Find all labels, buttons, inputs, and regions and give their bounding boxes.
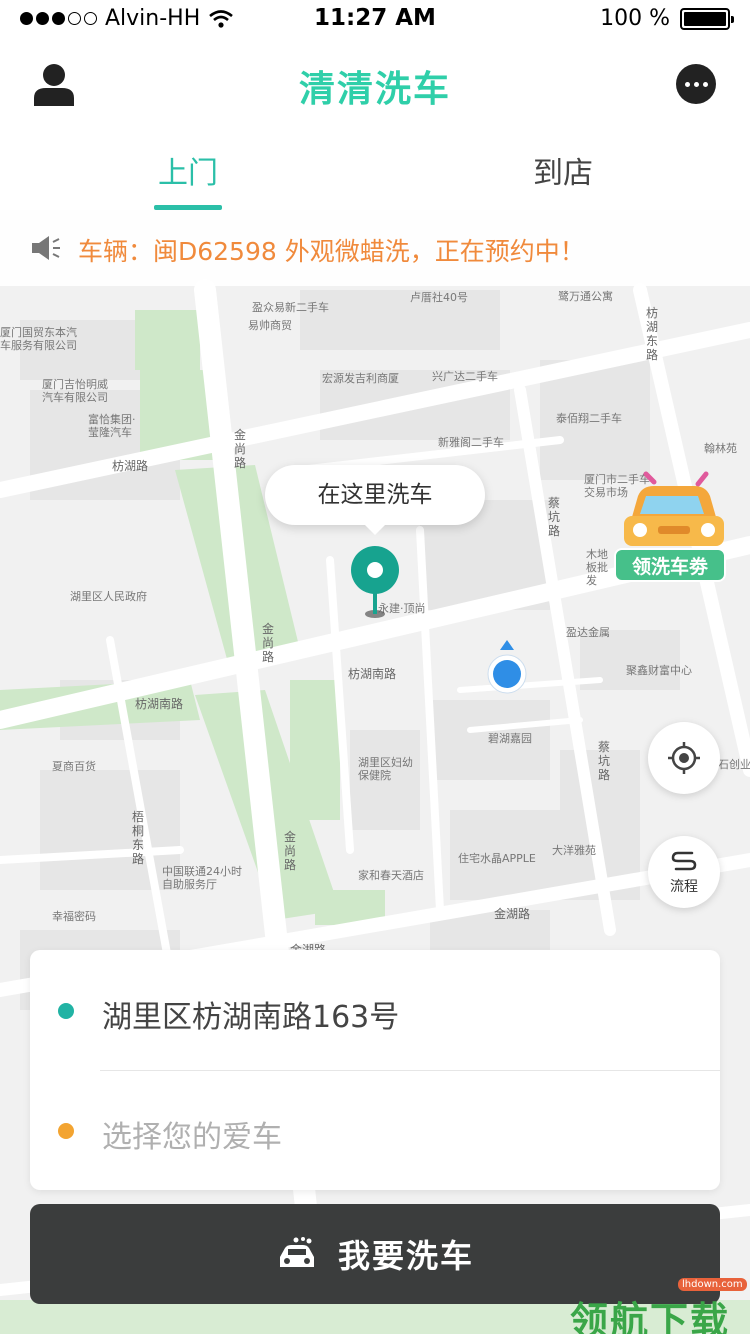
address-row[interactable]: 湖里区枋湖南路163号: [30, 950, 720, 1070]
poi-label: 富恰集团·莹隆汽车: [88, 413, 136, 439]
profile-button[interactable]: [30, 62, 78, 106]
road-label: 蔡坑路: [548, 496, 561, 538]
poi-label: 湖里区妇幼保健院: [358, 756, 413, 782]
poi-label: 兴广达二手车: [432, 370, 498, 383]
poi-label: 中国联通24小时自助服务厅: [162, 865, 242, 891]
message-button[interactable]: [676, 64, 716, 104]
poi-label: 盈众易新二手车: [252, 301, 329, 314]
app-title: 清清洗车: [298, 69, 451, 110]
crosshair-icon: [668, 742, 700, 774]
process-label: 流程: [670, 879, 698, 895]
poi-label: 住宅水晶APPLE: [458, 852, 536, 865]
tab-in-store[interactable]: 到店: [532, 148, 594, 210]
poi-label: 卢厝社40号: [410, 291, 468, 304]
car-wash-icon: [279, 1237, 314, 1267]
road-label: 枋湖路: [112, 459, 149, 473]
road-label: 枋湖南路: [348, 667, 397, 681]
location-pin-icon[interactable]: [348, 546, 402, 620]
poi-label: 幸福密码: [52, 910, 96, 923]
coupon-label: 领洗车劵: [614, 548, 726, 582]
road-label: 金尚路: [234, 428, 247, 470]
booking-notice[interactable]: 车辆：闽D62598 外观微蜡洗，正在预约中！: [0, 210, 750, 286]
route-icon: [671, 851, 697, 871]
poi-label: 聚鑫财富中心: [626, 664, 692, 677]
wash-car-label: 我要洗车: [337, 1237, 474, 1275]
poi-label: 大洋雅苑: [552, 844, 596, 857]
tab-door-to-door[interactable]: 上门: [154, 148, 222, 210]
notice-text: 车辆：闽D62598 外观微蜡洗，正在预约中！: [78, 237, 585, 266]
poi-label: 新雅阁二手车: [438, 436, 504, 449]
poi-label: 泰佰翔二手车: [556, 412, 622, 425]
road-label: 金湖路: [494, 907, 531, 921]
battery-percent: 100 %: [600, 6, 670, 31]
poi-label: 家和春天酒店: [358, 869, 424, 882]
road-label: 金尚路: [262, 622, 275, 664]
address-text: 湖里区枋湖南路163号: [102, 1000, 400, 1035]
poi-label: 盈达金属: [566, 626, 610, 639]
chat-icon: [684, 81, 708, 87]
address-dot-icon: [58, 1003, 74, 1019]
order-card: 湖里区枋湖南路163号 选择您的爱车: [30, 950, 720, 1190]
poi-label: 翰林苑: [704, 442, 737, 455]
status-bar: Alvin-HH 11:27 AM 100 %: [0, 0, 750, 40]
wash-here-bubble[interactable]: 在这里洗车: [265, 465, 485, 535]
process-button[interactable]: 流程: [648, 836, 720, 908]
poi-label: 易帅商贸: [248, 319, 292, 332]
road-label: 金尚路: [284, 830, 297, 872]
road-label: 枋湖东路: [646, 306, 659, 362]
locate-me-button[interactable]: [648, 722, 720, 794]
road-label: 枋湖南路: [135, 697, 184, 711]
speaker-icon: [32, 236, 60, 260]
watermark-text: 领航下载: [570, 1299, 731, 1334]
poi-label: 湖里区人民政府: [70, 590, 147, 603]
user-icon: [34, 64, 74, 106]
coupon-badge[interactable]: 领洗车劵: [610, 470, 736, 588]
poi-label: 宏源发吉利商厦: [322, 372, 399, 385]
current-location-icon: [487, 640, 527, 694]
poi-label: 夏商百货: [52, 760, 96, 773]
poi-label: 厦门国贸东本汽车服务有限公司: [0, 326, 77, 352]
battery-icon: [680, 7, 734, 30]
road-label: 蔡坑路: [598, 740, 611, 782]
watermark: lhdown.com 领航下载: [566, 1276, 750, 1334]
car-coupon-icon: [624, 471, 724, 546]
poi-label: 厦门吉怡明威汽车有限公司: [42, 378, 108, 404]
poi-label: 鹭万通公寓: [558, 290, 613, 303]
nav-bar: 清清洗车: [0, 40, 750, 128]
road-label: 梧桐东路: [132, 810, 145, 866]
poi-label: 石创业: [718, 758, 750, 771]
service-tabs: 上门 到店: [0, 128, 750, 210]
status-right: 100 %: [600, 6, 734, 31]
poi-label: 碧湖嘉园: [488, 732, 532, 745]
car-placeholder: 选择您的爱车: [102, 1120, 282, 1155]
car-select-row[interactable]: 选择您的爱车: [30, 1070, 720, 1190]
car-dot-icon: [58, 1123, 74, 1139]
